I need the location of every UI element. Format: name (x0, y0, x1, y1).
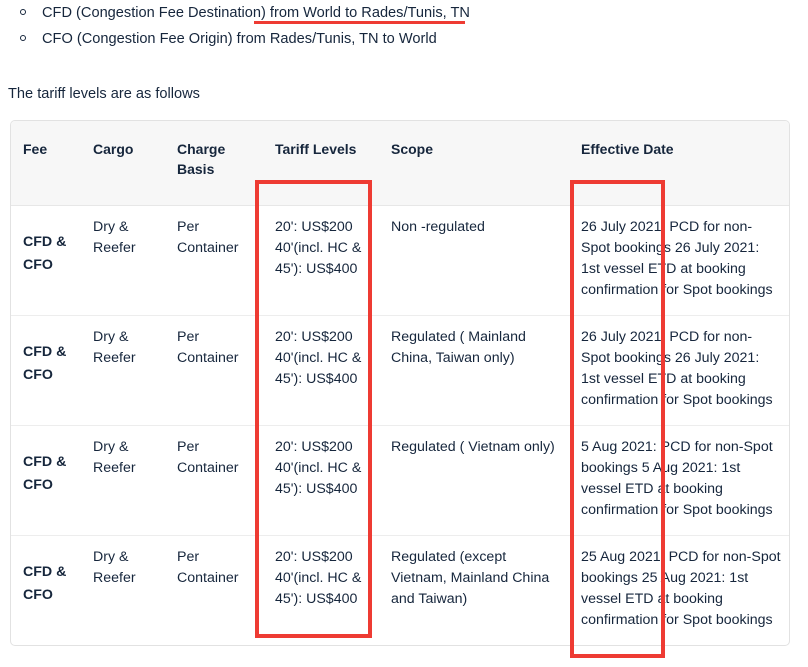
table-body: CFD & CFO Dry & Reefer Per Container 20'… (11, 205, 789, 646)
cell-cargo: Dry & Reefer (81, 315, 165, 426)
list-item: CFO (Congestion Fee Origin) from Rades/T… (0, 26, 790, 52)
bullet-1-lead: CFO (Congestion Fee Origin) from Rades/T… (42, 31, 437, 47)
column-header-charge-basis: Charge Basis (165, 121, 263, 206)
table-header-row: Fee Cargo Charge Basis Tariff Levels Sco… (11, 121, 789, 206)
bullet-marker-icon (20, 35, 26, 41)
fee-definition-list: CFD (Congestion Fee Destination) from Wo… (0, 0, 790, 52)
column-header-tariff-levels: Tariff Levels (263, 121, 379, 206)
column-header-cargo: Cargo (81, 121, 165, 206)
bullet-marker-icon (20, 9, 26, 15)
cell-scope: Regulated ( Mainland China, Taiwan only) (379, 315, 569, 426)
bullet-0-lead: CFD (Congestion Fee Destination) (42, 5, 270, 21)
cell-scope: Regulated (except Vietnam, Mainland Chin… (391, 549, 550, 607)
cell-scope: Non -regulated (379, 205, 569, 316)
column-header-effective-date: Effective Date (569, 121, 789, 206)
red-underline-annotation (254, 21, 465, 24)
cell-cargo: Dry & Reefer (81, 205, 165, 316)
table-header: Fee Cargo Charge Basis Tariff Levels Sco… (11, 121, 789, 206)
cell-tariff-levels: 20': US$200 40'(incl. HC & 45'): US$400 (263, 425, 379, 536)
cell-tariff-levels: 20': US$200 40'(incl. HC & 45'): US$400 (263, 315, 379, 426)
intro-paragraph: The tariff levels are as follows (8, 85, 200, 102)
column-header-scope: Scope (379, 121, 569, 206)
cell-effective-date: 25 Aug 2021: PCD for non-Spot bookings 2… (581, 549, 781, 628)
table-row: CFD & CFO Dry & Reefer Per Container 20'… (11, 315, 789, 426)
cell-charge-basis: Per Container (165, 205, 263, 316)
cell-cargo: Dry & Reefer (81, 425, 165, 536)
cell-scope: Regulated ( Vietnam only) (379, 425, 569, 536)
table-row: CFD & CFO Dry & Reefer Per Container 20'… (11, 536, 789, 646)
cell-fee: CFD & CFO (11, 425, 81, 536)
cell-charge-basis: Per Container (177, 549, 239, 586)
cell-charge-basis: Per Container (165, 315, 263, 426)
table-row: CFD & CFO Dry & Reefer Per Container 20'… (11, 205, 789, 316)
table-row: CFD & CFO Dry & Reefer Per Container 20'… (11, 425, 789, 536)
cell-fee: CFD & CFO (11, 205, 81, 316)
cell-effective-date: 5 Aug 2021: PCD for non-Spot bookings 5 … (569, 425, 789, 536)
cell-charge-basis: Per Container (165, 425, 263, 536)
cell-tariff-levels: 20': US$200 40'(incl. HC & 45'): US$400 (263, 205, 379, 316)
bullet-0-tail: from World to Rades/Tunis, TN (269, 5, 470, 21)
cell-cargo: Dry & Reefer (93, 549, 136, 586)
cell-effective-date: 26 July 2021: PCD for non-Spot bookings … (569, 205, 789, 316)
cell-fee: CFD & CFO (11, 315, 81, 426)
column-header-fee: Fee (11, 121, 81, 206)
cell-effective-date: 26 July 2021: PCD for non-Spot bookings … (569, 315, 789, 426)
tariff-table-container: Fee Cargo Charge Basis Tariff Levels Sco… (10, 120, 790, 646)
cell-tariff-levels: 20': US$200 40'(incl. HC & 45'): US$400 (275, 549, 362, 607)
tariff-table: Fee Cargo Charge Basis Tariff Levels Sco… (11, 121, 789, 646)
cell-fee: CFD & CFO (23, 564, 67, 603)
